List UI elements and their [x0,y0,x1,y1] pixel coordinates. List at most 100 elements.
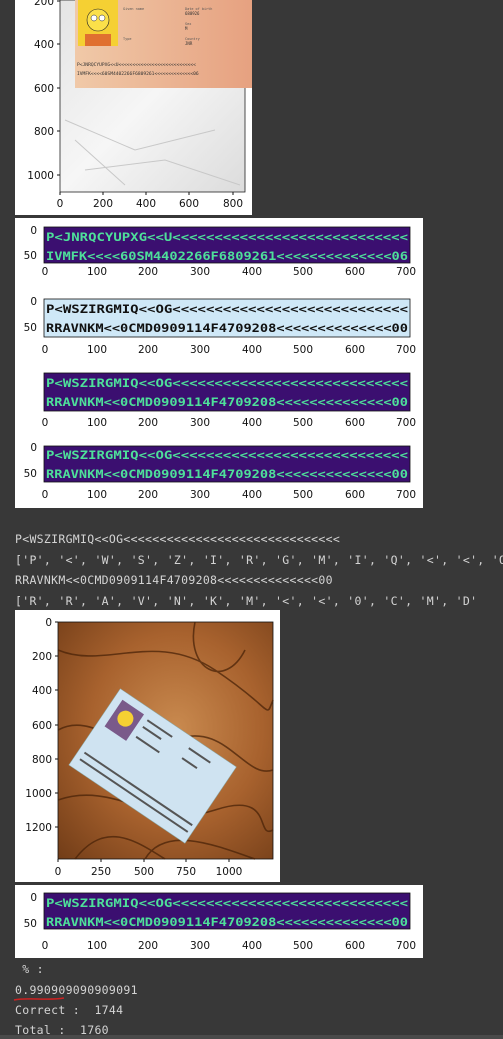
figure2-x-axis: 0 250 500 750 1000 [55,859,243,878]
correct-count: Correct : 1744 [15,1003,124,1017]
strip-c-x-tick: 200 [138,417,158,429]
mrz-strips-svg: P<JNRQCYUPXG<<U<<<<<<<<<<<<<<<<<<<<<<<<<… [24,225,416,501]
portrait-face [86,8,110,32]
figure1-y-tick: 600 [34,83,54,95]
strip-d-y-tick: 50 [24,468,37,480]
figure2-y-tick: 200 [32,651,52,663]
strip-b-x-tick: 500 [293,344,313,356]
strip-b-x-tick: 300 [190,344,210,356]
figure1-x-tick: 0 [57,198,64,210]
strip-e-x-tick: 100 [87,940,107,952]
figure2-y-axis: 0 200 400 600 800 1000 1200 [25,617,58,834]
strip-c-x-tick: 100 [87,417,107,429]
mrz-strip-e: P<WSZIRGMIQ<<OG<<<<<<<<<<<<<<<<<<<<<<<<<… [24,892,416,952]
figure2-y-tick: 400 [32,685,52,697]
mrz-strip-e-line1: P<WSZIRGMIQ<<OG<<<<<<<<<<<<<<<<<<<<<<<<<… [46,896,408,910]
strip-b-x-tick: 100 [87,344,107,356]
output-char-list: ['P', '<', 'W', 'S', 'Z', 'I', 'R', 'G',… [15,553,503,567]
figure1-x-tick: 400 [136,198,156,210]
strip-b-x-tick: 0 [42,344,49,356]
figure1-x-tick: 200 [93,198,113,210]
strip-a-y-tick: 50 [24,250,37,262]
mrz-strips-figure: P<JNRQCYUPXG<<U<<<<<<<<<<<<<<<<<<<<<<<<<… [15,218,423,508]
horizontal-scrollbar[interactable] [0,1035,503,1039]
strip-e-x-axis: 0 100 200 300 400 500 600 700 [42,940,416,952]
strip-c-x-tick: 0 [42,417,49,429]
strip-b-y-tick: 0 [30,296,37,308]
strip-c-x-tick: 500 [293,417,313,429]
strip-d-x-tick: 100 [87,489,107,501]
strip-b-x-tick: 400 [242,344,262,356]
strip-e-x-tick: 400 [242,940,262,952]
passport-figure-svg: Given name Date of birth 680926 Sex M Ty… [27,0,252,210]
passport-value-dob: 680926 [185,11,200,16]
figure2-x-tick: 1000 [216,866,243,878]
figure2-x-tick: 500 [134,866,154,878]
strip-a-x-tick: 600 [345,266,365,278]
figure1-y-tick: 400 [34,39,54,51]
strip-c-x-axis: 0 100 200 300 400 500 600 700 [42,417,416,429]
strip-d-x-axis: 0 100 200 300 400 500 600 700 [42,489,416,501]
output-line: P<WSZIRGMIQ<<OG<<<<<<<<<<<<<<<<<<<<<<<<<… [15,532,341,546]
figure1-x-tick: 800 [223,198,243,210]
figure1-x-axis: 0 200 400 600 800 [57,192,243,210]
final-mrz-figure: P<WSZIRGMIQ<<OG<<<<<<<<<<<<<<<<<<<<<<<<<… [15,885,423,958]
strip-e-x-tick: 0 [42,940,49,952]
figure2-x-tick: 0 [55,866,62,878]
mrz-strip-b-line2: RRAVNKM<<0CMD0909114F4709208<<<<<<<<<<<<… [46,321,408,335]
figure2-x-tick: 250 [91,866,111,878]
figure2-y-tick: 0 [45,617,52,629]
strip-a-x-tick: 500 [293,266,313,278]
strip-c-x-tick: 600 [345,417,365,429]
mrz-strip-a-line1: P<JNRQCYUPXG<<U<<<<<<<<<<<<<<<<<<<<<<<<<… [46,230,408,244]
figure1-y-axis: 200 400 600 800 1000 [27,0,60,182]
figure1-y-tick: 200 [34,0,54,8]
passport-label-type: Type [123,37,131,41]
rotated-id-figure: 0 200 400 600 800 1000 1200 0 250 500 75… [15,610,280,882]
strip-d-x-tick: 300 [190,489,210,501]
mrz-strip-a-line2: IVMFK<<<<60SM4402266F6809261<<<<<<<<<<<<… [46,249,408,263]
mrz-strip-d-line1: P<WSZIRGMIQ<<OG<<<<<<<<<<<<<<<<<<<<<<<<<… [46,448,408,462]
mrz-strip-b: P<WSZIRGMIQ<<OG<<<<<<<<<<<<<<<<<<<<<<<<<… [24,296,416,356]
strip-a-x-tick: 0 [42,266,49,278]
strip-a-x-tick: 700 [396,266,416,278]
strip-e-x-tick: 300 [190,940,210,952]
mrz-strip-d-line2: RRAVNKM<<0CMD0909114F4709208<<<<<<<<<<<<… [46,467,408,481]
output-char-list: ['R', 'R', 'A', 'V', 'N', 'K', 'M', '<',… [15,594,478,608]
rotated-id-svg: 0 200 400 600 800 1000 1200 0 250 500 75… [25,617,274,878]
figure2-y-tick: 600 [32,720,52,732]
strip-d-x-tick: 0 [42,489,49,501]
figure2-x-tick: 750 [176,866,196,878]
strip-a-x-tick: 400 [242,266,262,278]
portrait-shirt [85,34,111,46]
mrz-strip-c: P<WSZIRGMIQ<<OG<<<<<<<<<<<<<<<<<<<<<<<<<… [42,372,416,429]
strip-a-x-tick: 300 [190,266,210,278]
percent-label: % : [15,962,44,976]
mrz-strip-e-line2: RRAVNKM<<0CMD0909114F4709208<<<<<<<<<<<<… [46,915,408,929]
strip-e-x-tick: 200 [138,940,158,952]
strip-b-x-tick: 600 [345,344,365,356]
mrz-strip-a: P<JNRQCYUPXG<<U<<<<<<<<<<<<<<<<<<<<<<<<<… [24,225,416,278]
strip-b-x-tick: 200 [138,344,158,356]
mrz-strip-c-line1: P<WSZIRGMIQ<<OG<<<<<<<<<<<<<<<<<<<<<<<<<… [46,376,408,390]
strip-c-x-tick: 300 [190,417,210,429]
mrz-strip-c-line2: RRAVNKM<<0CMD0909114F4709208<<<<<<<<<<<<… [46,395,408,409]
passport-label-given: Given name [123,7,144,11]
strip-e-x-tick: 500 [293,940,313,952]
final-mrz-svg: P<WSZIRGMIQ<<OG<<<<<<<<<<<<<<<<<<<<<<<<<… [24,892,416,952]
figure1-y-tick: 800 [34,126,54,138]
mrz-strip-b-line1: P<WSZIRGMIQ<<OG<<<<<<<<<<<<<<<<<<<<<<<<<… [46,302,408,316]
strip-d-y-tick: 0 [30,442,37,454]
strip-b-y-tick: 50 [24,322,37,334]
mrz-strip-d: P<WSZIRGMIQ<<OG<<<<<<<<<<<<<<<<<<<<<<<<<… [24,442,416,501]
strip-d-x-tick: 700 [396,489,416,501]
strip-e-x-tick: 700 [396,940,416,952]
figure1-y-tick: 1000 [27,170,54,182]
strip-e-y-tick: 50 [24,918,37,930]
figure2-y-tick: 1000 [25,788,52,800]
figure1-x-tick: 600 [179,198,199,210]
strip-a-x-tick: 100 [87,266,107,278]
strip-c-x-tick: 400 [242,417,262,429]
strip-e-x-tick: 600 [345,940,365,952]
passport-figure: Given name Date of birth 680926 Sex M Ty… [15,0,252,215]
